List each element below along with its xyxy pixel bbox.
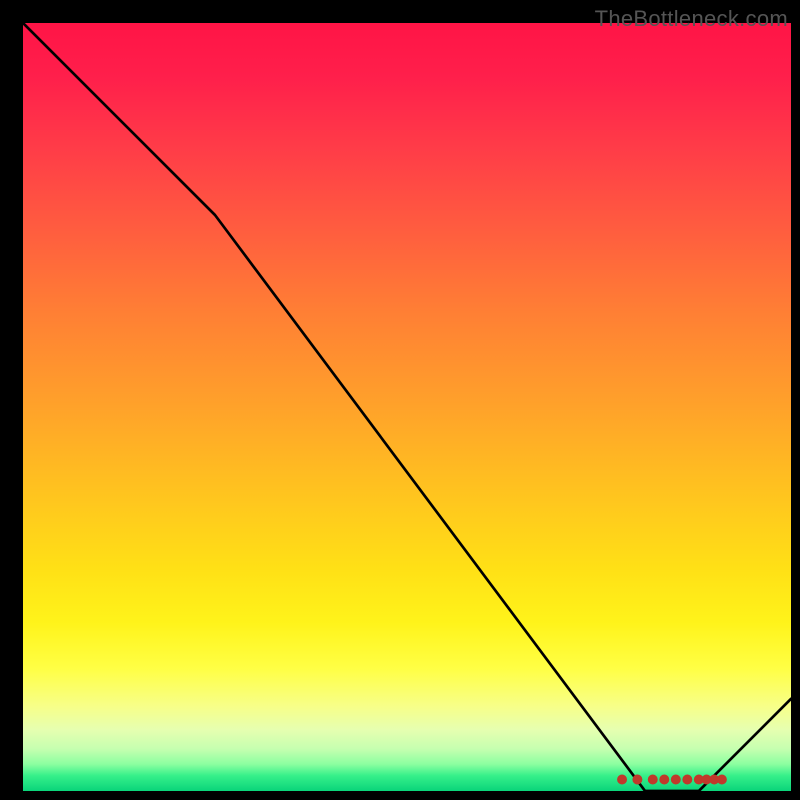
plot-area — [23, 23, 791, 791]
sweet-spot-marker — [671, 774, 681, 784]
chart-stage: TheBottleneck.com — [0, 0, 800, 800]
sweet-spot-marker — [717, 774, 727, 784]
watermark-text: TheBottleneck.com — [595, 6, 788, 32]
sweet-spot-marker — [632, 774, 642, 784]
sweet-spot-marker — [659, 774, 669, 784]
bottleneck-curve — [23, 23, 791, 791]
chart-overlay — [23, 23, 791, 791]
sweet-spot-marker — [617, 774, 627, 784]
sweet-spot-marker — [648, 774, 658, 784]
sweet-spot-marker — [682, 774, 692, 784]
